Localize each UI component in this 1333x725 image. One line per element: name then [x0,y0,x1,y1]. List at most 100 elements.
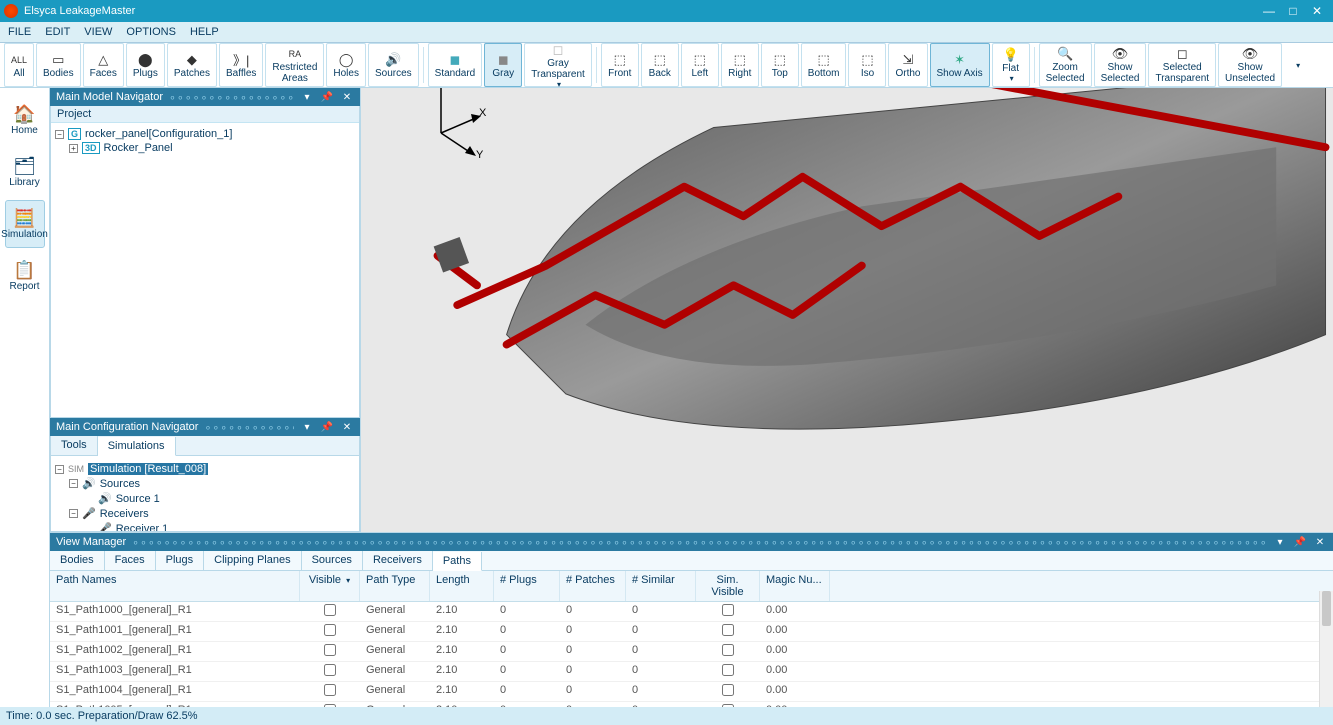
expand-icon[interactable]: + [69,144,78,153]
viewport-3d[interactable]: Z X Y [360,88,1333,532]
ribbon-left[interactable]: ⬚Left [681,43,719,87]
table-row[interactable]: S1_Path1004_[general]_R1General2.100000.… [50,682,1333,702]
col-magic[interactable]: Magic Nu... [760,571,830,601]
vm-tab-bodies[interactable]: Bodies [50,551,105,570]
ribbon-bodies[interactable]: ▭Bodies [36,43,81,87]
ribbon-gray-transparent[interactable]: ◻Gray Transparent▾ [524,43,592,87]
collapse-icon[interactable]: − [69,479,78,488]
table-row[interactable]: S1_Path1005_[general]_R1General2.100000.… [50,702,1333,707]
table-row[interactable]: S1_Path1002_[general]_R1General2.100000.… [50,642,1333,662]
simvisible-checkbox[interactable] [722,624,734,636]
tree-source-1[interactable]: 🔊Source 1 [55,491,355,506]
ribbon-zoom-selected[interactable]: 🔍Zoom Selected [1039,43,1092,87]
simvisible-checkbox[interactable] [722,704,734,707]
ribbon-ortho[interactable]: ⇲Ortho [888,43,927,87]
nav-home[interactable]: 🏠Home [5,96,45,144]
ribbon-all[interactable]: ALLAll [4,43,34,87]
vm-tab-paths[interactable]: Paths [433,552,482,571]
ribbon-holes[interactable]: ◯Holes [326,43,366,87]
table-row[interactable]: S1_Path1001_[general]_R1General2.100000.… [50,622,1333,642]
ribbon-restricted[interactable]: RARestricted Areas [265,43,324,87]
config-navigator-header[interactable]: Main Configuration Navigator ∘∘∘∘∘∘∘∘∘∘∘… [50,418,360,436]
collapse-icon[interactable]: − [55,465,64,474]
simvisible-checkbox[interactable] [722,664,734,676]
ribbon-flat[interactable]: 💡Flat▾ [992,43,1030,87]
cell-sim-visible[interactable] [696,702,760,707]
simvisible-checkbox[interactable] [722,684,734,696]
ribbon-iso[interactable]: ⬚Iso [848,43,886,87]
simvisible-checkbox[interactable] [722,604,734,616]
tab-tools[interactable]: Tools [51,436,98,455]
view-manager-header[interactable]: View Manager ∘∘∘∘∘∘∘∘∘∘∘∘∘∘∘∘∘∘∘∘∘∘∘∘∘∘∘… [50,533,1333,551]
col-visible[interactable]: Visible ▾ [300,571,360,601]
col-path-names[interactable]: Path Names [50,571,300,601]
tree-sources[interactable]: −🔊Sources [55,476,355,491]
cell-visible[interactable] [300,662,360,681]
vm-tab-faces[interactable]: Faces [105,551,156,570]
cell-visible[interactable] [300,702,360,707]
model-navigator-header[interactable]: Main Model Navigator ∘∘∘∘∘∘∘∘∘∘∘∘∘∘∘∘∘∘∘… [50,88,360,106]
col-sim-visible[interactable]: Sim. Visible [696,571,760,601]
ribbon-plugs[interactable]: ⬤Plugs [126,43,165,87]
table-scrollbar[interactable] [1319,591,1333,707]
cell-visible[interactable] [300,602,360,621]
tree-receivers[interactable]: −🎤Receivers [55,506,355,521]
tab-simulations[interactable]: Simulations [98,437,176,456]
nav-simulation[interactable]: 🧮Simulation [5,200,45,248]
ribbon-standard[interactable]: ◼Standard [428,43,483,87]
nav-report[interactable]: 📋Report [5,252,45,300]
ribbon-top[interactable]: ⬚Top [761,43,799,87]
ribbon-right[interactable]: ⬚Right [721,43,759,87]
table-row[interactable]: S1_Path1000_[general]_R1General2.100000.… [50,602,1333,622]
col-length[interactable]: Length [430,571,494,601]
panel-close-icon[interactable]: ✕ [340,422,354,433]
menu-options[interactable]: OPTIONS [126,26,176,38]
maximize-button[interactable]: □ [1281,3,1305,19]
panel-dropdown-icon[interactable]: ▾ [300,422,314,433]
project-header[interactable]: Project [51,106,359,123]
ribbon-front[interactable]: ⬚Front [601,43,639,87]
ribbon-baffles[interactable]: 》|Baffles [219,43,263,87]
tree-simulation[interactable]: −SIMSimulation [Result_008] [55,462,355,476]
visible-checkbox[interactable] [324,704,336,707]
panel-pin-icon[interactable]: 📌 [320,92,334,103]
collapse-icon[interactable]: − [69,509,78,518]
ribbon-back[interactable]: ⬚Back [641,43,679,87]
panel-pin-icon[interactable]: 📌 [320,422,334,433]
ribbon-show-selected[interactable]: 👁Show Selected [1094,43,1147,87]
panel-close-icon[interactable]: ✕ [340,92,354,103]
tree-receiver-1[interactable]: 🎤Receiver 1 [55,521,355,532]
vm-tab-sources[interactable]: Sources [302,551,363,570]
tree-root[interactable]: −Grocker_panel[Configuration_1] [55,127,355,141]
ribbon-sources[interactable]: 🔊Sources [368,43,419,87]
ribbon-patches[interactable]: ◆Patches [167,43,217,87]
table-row[interactable]: S1_Path1003_[general]_R1General2.100000.… [50,662,1333,682]
ribbon-show-unselected[interactable]: 👁Show Unselected [1218,43,1282,87]
vm-tab-receivers[interactable]: Receivers [363,551,433,570]
menu-view[interactable]: VIEW [84,26,112,38]
close-button[interactable]: ✕ [1305,3,1329,19]
simvisible-checkbox[interactable] [722,644,734,656]
col-path-type[interactable]: Path Type [360,571,430,601]
col-plugs[interactable]: # Plugs [494,571,560,601]
panel-pin-icon[interactable]: 📌 [1293,537,1307,548]
cell-visible[interactable] [300,682,360,701]
ribbon-show-axis[interactable]: ✶Show Axis [930,43,990,87]
col-similar[interactable]: # Similar [626,571,696,601]
cell-visible[interactable] [300,622,360,641]
minimize-button[interactable]: — [1257,3,1281,19]
menu-file[interactable]: FILE [8,26,31,38]
nav-library[interactable]: 🗂Library [5,148,45,196]
cell-sim-visible[interactable] [696,682,760,701]
ribbon-bottom[interactable]: ⬚Bottom [801,43,847,87]
panel-dropdown-icon[interactable]: ▾ [300,92,314,103]
visible-checkbox[interactable] [324,604,336,616]
collapse-icon[interactable]: − [55,130,64,139]
ribbon-overflow-icon[interactable]: ▾ [1296,61,1300,70]
col-patches[interactable]: # Patches [560,571,626,601]
cell-sim-visible[interactable] [696,662,760,681]
visible-checkbox[interactable] [324,664,336,676]
cell-sim-visible[interactable] [696,602,760,621]
vm-tab-clipping[interactable]: Clipping Planes [204,551,301,570]
visible-checkbox[interactable] [324,624,336,636]
